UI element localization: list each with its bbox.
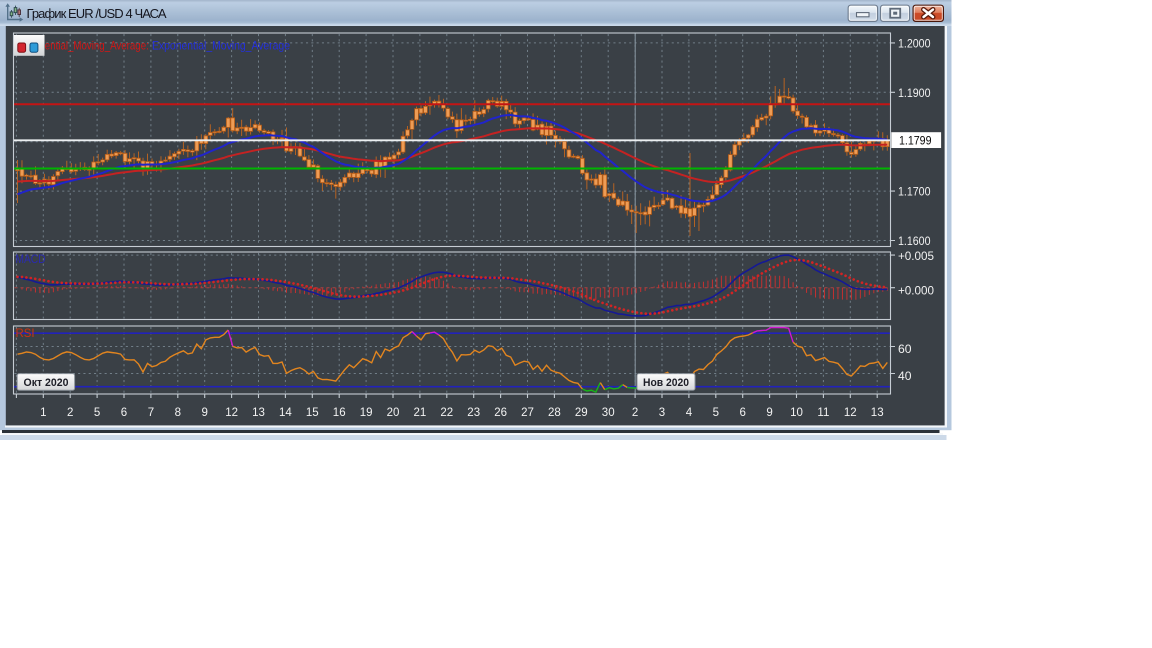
svg-text:Окт 2020: Окт 2020 xyxy=(24,377,69,389)
svg-text:21: 21 xyxy=(414,407,427,419)
svg-text:12: 12 xyxy=(225,407,238,419)
svg-text:1.2000: 1.2000 xyxy=(898,38,931,50)
svg-text:RSI: RSI xyxy=(16,328,35,340)
svg-text:29: 29 xyxy=(575,407,588,419)
svg-text:27: 27 xyxy=(521,407,534,419)
svg-text:3: 3 xyxy=(659,407,665,419)
svg-text:13: 13 xyxy=(252,407,265,419)
svg-text:19: 19 xyxy=(360,407,373,419)
svg-text:График EUR /USD 4 ЧАСА: График EUR /USD 4 ЧАСА xyxy=(27,6,167,21)
svg-text:23: 23 xyxy=(467,407,480,419)
svg-text:40: 40 xyxy=(898,371,912,383)
svg-text:5: 5 xyxy=(94,407,100,419)
svg-text:7: 7 xyxy=(148,407,154,419)
svg-text:26: 26 xyxy=(494,407,507,419)
svg-text:20: 20 xyxy=(387,407,400,419)
svg-text:10: 10 xyxy=(790,407,803,419)
svg-text:+0.000: +0.000 xyxy=(898,286,934,298)
svg-text:14: 14 xyxy=(279,407,292,419)
svg-text:1.1799: 1.1799 xyxy=(899,135,932,147)
svg-text:1: 1 xyxy=(40,407,46,419)
svg-text:+0.005: +0.005 xyxy=(898,251,934,263)
svg-text:8: 8 xyxy=(175,407,181,419)
svg-text:12: 12 xyxy=(844,407,857,419)
svg-text:4: 4 xyxy=(686,407,693,419)
svg-text:9: 9 xyxy=(766,407,772,419)
svg-text:1.1600: 1.1600 xyxy=(898,236,931,248)
svg-text:6: 6 xyxy=(739,407,745,419)
svg-text:1.1700: 1.1700 xyxy=(898,187,931,199)
svg-text:9: 9 xyxy=(201,407,207,419)
svg-text:1.1900: 1.1900 xyxy=(898,88,931,100)
svg-text:30: 30 xyxy=(602,407,615,419)
svg-text:2: 2 xyxy=(67,407,73,419)
svg-text:Нов 2020: Нов 2020 xyxy=(643,377,689,389)
svg-text:60: 60 xyxy=(898,344,912,356)
svg-text:6: 6 xyxy=(121,407,127,419)
svg-text:15: 15 xyxy=(306,407,319,419)
svg-text:22: 22 xyxy=(440,407,453,419)
svg-text:MACD: MACD xyxy=(16,254,46,266)
svg-text:16: 16 xyxy=(333,407,346,419)
svg-text:11: 11 xyxy=(817,407,829,419)
svg-text:ential_Moving_Average:: ential_Moving_Average: xyxy=(45,39,149,53)
svg-text:Exponential_Moving_Average: Exponential_Moving_Average xyxy=(152,39,290,53)
svg-text:5: 5 xyxy=(713,407,719,419)
svg-text:28: 28 xyxy=(548,407,561,419)
svg-text:2: 2 xyxy=(632,407,638,419)
svg-text:13: 13 xyxy=(871,407,884,419)
